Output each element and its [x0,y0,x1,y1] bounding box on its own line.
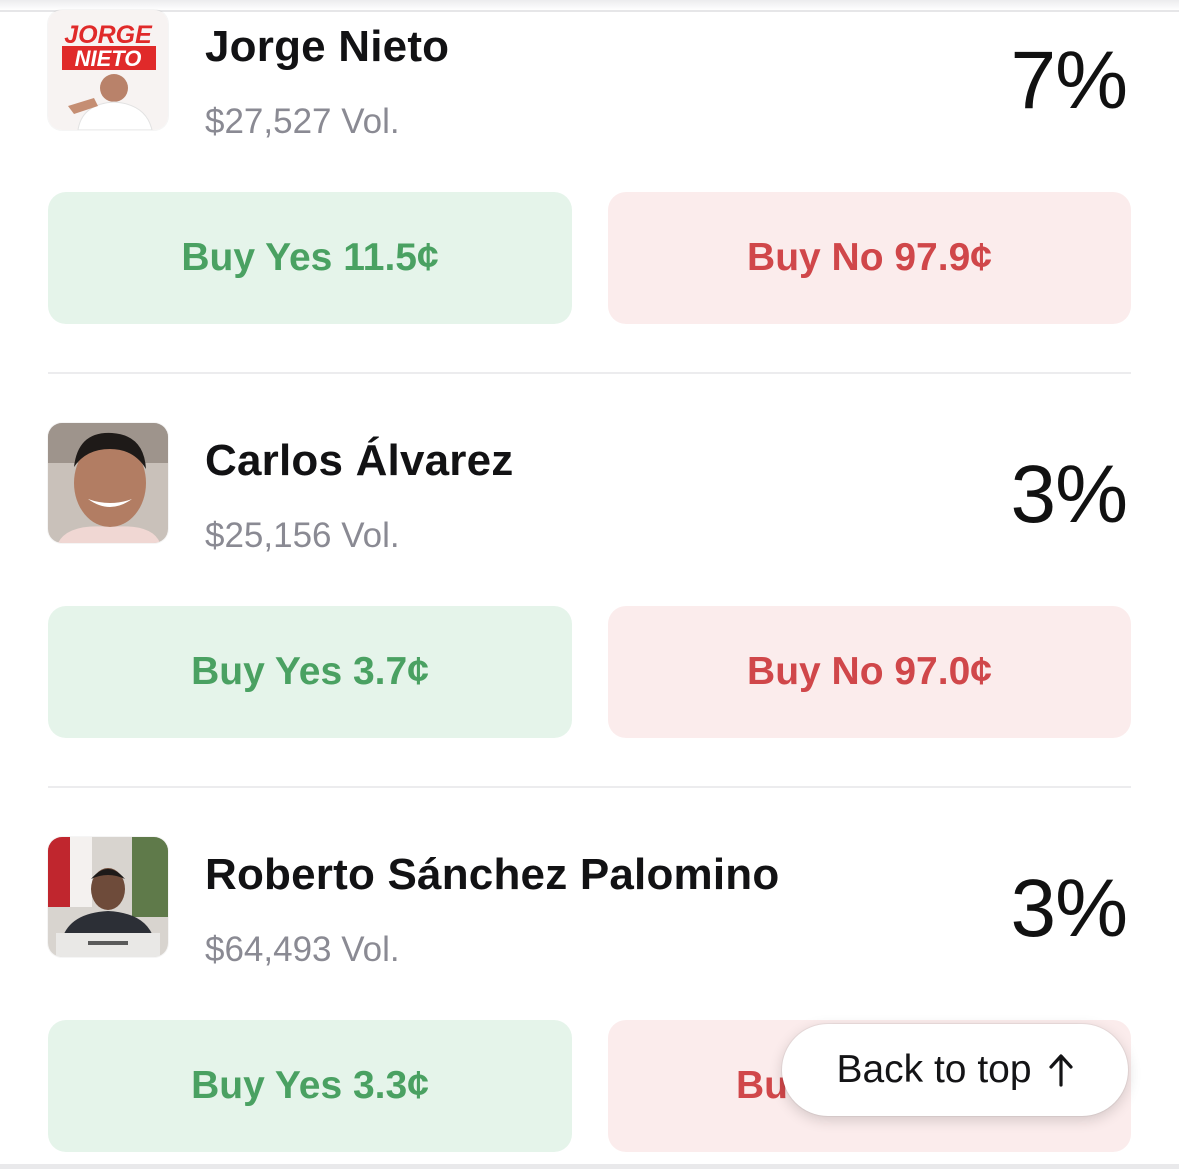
back-to-top-button[interactable]: Back to top [782,1024,1128,1116]
back-to-top-label: Back to top [836,1048,1032,1091]
row-divider [48,786,1131,788]
avatar-photo [48,837,168,957]
logo-line-2: NIETO [75,46,142,71]
outcome-row-roberto-sanchez-palomino[interactable]: Roberto Sánchez Palomino $64,493 Vol. 3%… [0,828,1179,1168]
buy-yes-button[interactable]: Buy Yes 11.5¢ [48,192,572,324]
row-divider [48,372,1131,374]
candidate-avatar-roberto-sanchez [48,837,168,957]
candidate-volume: $64,493 Vol. [205,930,400,969]
bottom-divider [0,1164,1179,1169]
outcome-row-carlos-alvarez[interactable]: Carlos Álvarez $25,156 Vol. 3% Buy Yes 3… [0,414,1179,754]
candidate-name: Jorge Nieto [205,22,450,71]
arrow-up-icon [1048,1053,1074,1087]
candidate-volume: $25,156 Vol. [205,516,400,555]
market-outcomes-list: JORGE NIETO Jorge Nieto $27,527 Vol. 7% … [0,0,1179,1169]
avatar-photo: JORGE NIETO [48,10,168,130]
candidate-percent: 3% [1010,863,1128,954]
logo-line-1: JORGE [64,21,153,49]
candidate-percent: 3% [1010,449,1128,540]
outcome-row-jorge-nieto[interactable]: JORGE NIETO Jorge Nieto $27,527 Vol. 7% … [0,0,1179,340]
buy-yes-button[interactable]: Buy Yes 3.7¢ [48,606,572,738]
candidate-volume: $27,527 Vol. [205,102,400,141]
avatar-photo [48,423,168,543]
candidate-name: Roberto Sánchez Palomino [205,850,780,899]
candidate-percent: 7% [1010,35,1128,126]
candidate-avatar-carlos-alvarez [48,423,168,543]
candidate-name: Carlos Álvarez [205,436,514,485]
buy-yes-button[interactable]: Buy Yes 3.3¢ [48,1020,572,1152]
buy-no-button[interactable]: Buy No 97.9¢ [608,192,1131,324]
candidate-avatar-jorge-nieto: JORGE NIETO [48,10,168,130]
buy-no-button[interactable]: Buy No 97.0¢ [608,606,1131,738]
